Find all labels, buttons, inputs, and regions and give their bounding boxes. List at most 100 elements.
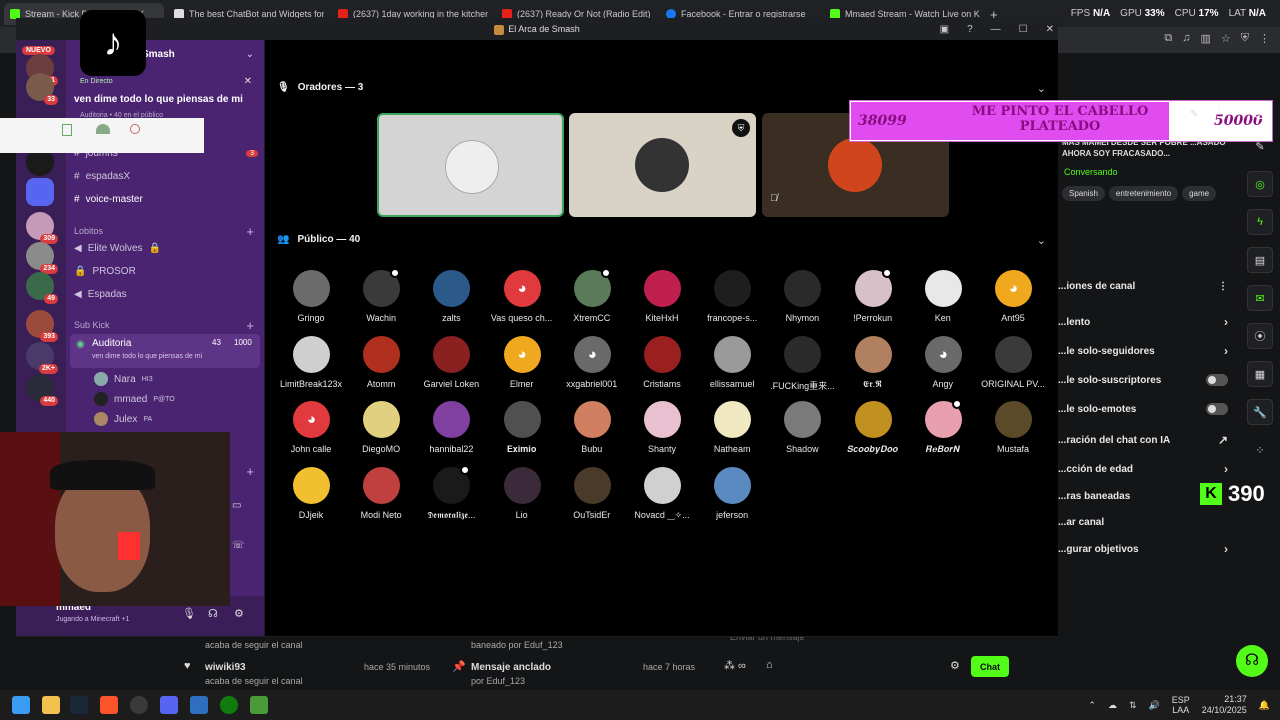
setting-channel[interactable]: ...ar canal bbox=[1058, 517, 1228, 528]
chevron-up-icon[interactable]: ⌃ bbox=[1088, 700, 1096, 711]
support-icon[interactable]: ☊ bbox=[1236, 645, 1268, 677]
discord-icon[interactable] bbox=[160, 696, 178, 714]
audience-member[interactable]: Wachin bbox=[346, 265, 416, 327]
stage-user[interactable]: mmaed P@TO bbox=[94, 392, 278, 406]
obs-icon[interactable] bbox=[130, 696, 148, 714]
maximize-icon[interactable]: ☐ bbox=[1019, 24, 1028, 35]
category-lobitos[interactable]: Lobitos bbox=[74, 226, 258, 236]
audience-member[interactable]: 𝑹𝒆𝑩𝒐𝒓𝑵 bbox=[908, 396, 978, 458]
sidebar-icon[interactable]: ▥ bbox=[1200, 32, 1210, 45]
category-sub-kick[interactable]: Sub Kick bbox=[74, 320, 258, 330]
audience-member[interactable]: Shadow bbox=[767, 396, 837, 458]
file-explorer-icon[interactable] bbox=[42, 696, 60, 714]
setting-subscribers-only[interactable]: ...le solo-suscriptores bbox=[1058, 374, 1228, 386]
folder-icon[interactable] bbox=[26, 178, 54, 206]
speaker-tile[interactable] bbox=[377, 113, 564, 217]
audience-header[interactable]: 👥 Público — 40 bbox=[277, 234, 360, 245]
audience-member[interactable]: DJjeik bbox=[276, 462, 346, 524]
menu-icon[interactable]: ⋮ bbox=[1259, 32, 1270, 45]
audience-member[interactable]: Cristiams bbox=[627, 331, 697, 393]
audience-member[interactable]: Mustafa bbox=[978, 396, 1048, 458]
audience-member[interactable]: DiegoMO bbox=[346, 396, 416, 458]
headphones-icon[interactable]: ☊ bbox=[208, 607, 218, 620]
brave-icon[interactable] bbox=[100, 696, 118, 714]
audience-member[interactable]: ◕ Vas queso ch... bbox=[487, 265, 557, 327]
setting-emotes-only[interactable]: ...le solo-emotes bbox=[1058, 403, 1228, 415]
audience-member[interactable]: 𝐄𝐱𝐢𝐦𝐢𝐨 bbox=[487, 396, 557, 458]
inbox-icon[interactable]: ▣ bbox=[940, 24, 949, 35]
dots-icon[interactable]: ⁘ bbox=[1247, 437, 1273, 463]
server-icon[interactable]: 393 bbox=[26, 310, 58, 342]
audience-member[interactable]: ◕ Elmer bbox=[487, 331, 557, 393]
audience-member[interactable]: Gringo bbox=[276, 265, 346, 327]
tag[interactable]: game bbox=[1182, 186, 1217, 201]
edit-icon[interactable]: ✎ bbox=[1190, 109, 1198, 120]
calculator-icon[interactable] bbox=[190, 696, 208, 714]
audience-member[interactable]: ◕ xxgabriel001 bbox=[557, 331, 627, 393]
document-icon[interactable]: ▤ bbox=[1247, 247, 1273, 273]
minimize-icon[interactable]: — bbox=[991, 24, 1001, 35]
add-channel-icon[interactable]: + bbox=[246, 464, 254, 479]
audience-member[interactable]: 𝕰𝖗.𝕽 bbox=[838, 331, 908, 393]
setting-ai-moderation[interactable]: ...ración del chat con IA ↗ bbox=[1058, 433, 1228, 447]
cloud-icon[interactable]: ☁ bbox=[1108, 700, 1117, 711]
chevron-down-icon[interactable]: ⌄ bbox=[1037, 82, 1046, 95]
gear-icon[interactable]: ⚙ bbox=[234, 607, 244, 620]
audience-member[interactable]: Modi Neto bbox=[346, 462, 416, 524]
chat-user[interactable]: wiwiki93 bbox=[205, 662, 246, 673]
audience-member[interactable]: jeferson bbox=[697, 462, 767, 524]
setting-age-restriction[interactable]: ...cción de edad › bbox=[1058, 462, 1228, 476]
channel-prosor[interactable]: 🔒 PROSOR bbox=[74, 266, 258, 277]
target-icon[interactable]: ◎ bbox=[1247, 171, 1273, 197]
server-icon[interactable]: 2K+ bbox=[26, 342, 58, 374]
audience-member[interactable]: .FUCKing重来... bbox=[767, 331, 837, 393]
audience-member[interactable]: 𝕯𝖊𝖒𝖔𝖗𝖆𝖑𝖎𝖟𝖊... bbox=[416, 462, 486, 524]
network-icon[interactable]: ⇅ bbox=[1129, 700, 1137, 711]
lightning-icon[interactable]: ϟ bbox=[1247, 209, 1273, 235]
info-icon[interactable]: i bbox=[1254, 107, 1266, 119]
emote-icon[interactable]: ⁂ ∞ bbox=[724, 659, 746, 672]
audience-member[interactable]: Natheam bbox=[697, 396, 767, 458]
server-icon[interactable]: 234 bbox=[26, 242, 58, 274]
audience-member[interactable]: 𝑺𝒄𝒐𝒐𝒃𝒚𝑫𝒐𝒐 bbox=[838, 396, 908, 458]
clock[interactable]: 21:37 24/10/2025 bbox=[1202, 694, 1247, 716]
audience-member[interactable]: zalts bbox=[416, 265, 486, 327]
broadcast-icon[interactable]: ⦿ bbox=[1247, 323, 1273, 349]
windows-start-icon[interactable] bbox=[12, 696, 30, 714]
audience-member[interactable]: Garviel Loken bbox=[416, 331, 486, 393]
chevron-down-icon[interactable]: ⌄ bbox=[246, 49, 254, 60]
extension-icon[interactable]: ⧉ bbox=[1164, 32, 1172, 45]
server-icon[interactable]: 309 bbox=[26, 212, 58, 244]
tag[interactable]: entretenimiento bbox=[1108, 186, 1179, 201]
xbox-icon[interactable] bbox=[220, 696, 238, 714]
microphone-icon[interactable]: 🎙 bbox=[182, 607, 196, 620]
audience-member[interactable]: Atomm bbox=[346, 331, 416, 393]
live-stage-title[interactable]: ven dime todo lo que piensas de mi bbox=[74, 94, 243, 105]
stage-user[interactable]: Julex PA bbox=[94, 412, 278, 426]
notification-icon[interactable]: 🔔 bbox=[1259, 700, 1270, 711]
audience-member[interactable]: ◕ John calle bbox=[276, 396, 346, 458]
audience-member[interactable]: ◕ Angy bbox=[908, 331, 978, 393]
audience-member[interactable]: Nhymon bbox=[767, 265, 837, 327]
phone-icon[interactable]: ☏ bbox=[232, 540, 245, 551]
audience-member[interactable]: !Perrokun bbox=[838, 265, 908, 327]
channel-espadasx[interactable]: # espadasX bbox=[74, 171, 258, 182]
setting-goals[interactable]: ...gurar objetivos › bbox=[1058, 542, 1228, 556]
audience-member[interactable]: XtremCC bbox=[557, 265, 627, 327]
wrench-icon[interactable]: 🔧 bbox=[1247, 399, 1273, 425]
audience-member[interactable]: Lio bbox=[487, 462, 557, 524]
audience-member[interactable]: ◕ Ant95 bbox=[978, 265, 1048, 327]
setting-slow-mode[interactable]: ...lento › bbox=[1058, 315, 1228, 329]
store-icon[interactable]: ⌂ bbox=[766, 659, 773, 671]
stage-channel-auditoria[interactable]: ◉ Auditoria 43 1000 ven dime todo lo que… bbox=[70, 334, 260, 368]
tag[interactable]: Spanish bbox=[1062, 186, 1105, 201]
volume-icon[interactable]: 🔊 bbox=[1149, 700, 1160, 711]
close-icon[interactable]: ✕ bbox=[1046, 24, 1054, 35]
server-name[interactable]: Smash bbox=[142, 49, 175, 60]
more-icon[interactable]: ⋮ bbox=[1218, 281, 1228, 292]
channel-elite-wolves[interactable]: ◀ Elite Wolves 🔒 bbox=[74, 243, 258, 254]
audience-member[interactable]: Ken bbox=[908, 265, 978, 327]
channel-espadas[interactable]: ◀ Espadas bbox=[74, 289, 258, 300]
help-icon[interactable]: ? bbox=[967, 24, 973, 35]
minecraft-icon[interactable] bbox=[250, 696, 268, 714]
